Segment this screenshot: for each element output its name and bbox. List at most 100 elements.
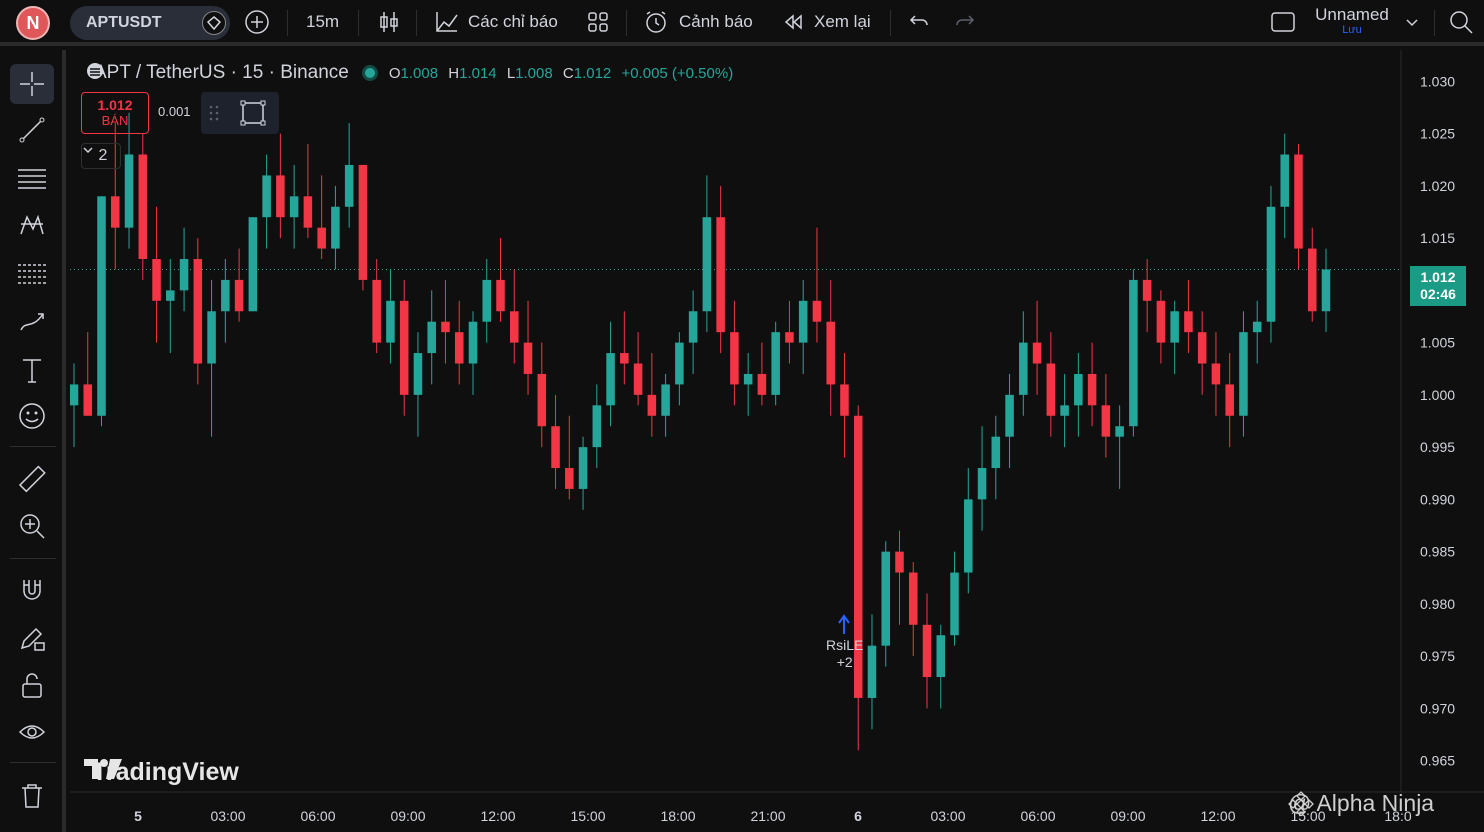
- candle-body: [413, 353, 423, 395]
- time-tick-label: 09:00: [1110, 808, 1145, 824]
- candle-body: [675, 342, 684, 385]
- candle-body: [964, 499, 973, 573]
- layout-name-button[interactable]: Unnamed Lưu: [1312, 6, 1392, 40]
- top-toolbar: N APTUSDT 15m Các chỉ báo Cảnh báo Xem l…: [0, 0, 1484, 46]
- candle-body: [840, 384, 849, 416]
- lock-all-tool[interactable]: [10, 666, 54, 706]
- hide-drawings-tool[interactable]: [10, 712, 54, 752]
- layout-checkbox[interactable]: [1270, 0, 1296, 44]
- toolbar-divider: [626, 10, 627, 36]
- candle-body: [399, 300, 409, 395]
- lock-drawing-tool[interactable]: [10, 618, 54, 658]
- replay-button[interactable]: Xem lại: [782, 0, 871, 44]
- candle-body: [1294, 154, 1303, 249]
- layout-menu-button[interactable]: [1404, 0, 1420, 44]
- alerts-button[interactable]: Cảnh báo: [643, 0, 753, 44]
- time-tick-label: 18:00: [660, 808, 695, 824]
- candle-body: [771, 332, 780, 395]
- legend-title[interactable]: APT / TetherUS · 15 · Binance: [94, 62, 349, 84]
- price-tick-label: 0.985: [1420, 544, 1455, 560]
- candle-body: [551, 426, 560, 469]
- candle-body: [248, 217, 258, 312]
- candle-body: [908, 572, 918, 625]
- price-tick-label: 0.970: [1420, 700, 1455, 716]
- undo-button[interactable]: [907, 0, 931, 44]
- order-quantity[interactable]: 0.001: [158, 104, 191, 119]
- fullscreen-icon[interactable]: [239, 99, 267, 127]
- add-symbol-button[interactable]: [244, 0, 270, 44]
- drag-handle-icon[interactable]: [209, 104, 219, 122]
- price-tick-label: 0.975: [1420, 648, 1455, 664]
- price-chart[interactable]: 1.0301.0251.0201.0151.0101.0051.0000.995…: [70, 50, 1484, 832]
- candle-body: [1087, 373, 1097, 406]
- open-key: O: [388, 64, 401, 82]
- candle-body: [1239, 332, 1248, 416]
- candle-body: [262, 175, 271, 218]
- candle-body: [881, 551, 891, 646]
- brush-tool[interactable]: [10, 302, 54, 342]
- candle-body: [620, 353, 629, 364]
- time-tick-label: 21:00: [750, 808, 785, 824]
- chevron-down-icon: [1406, 19, 1418, 27]
- user-avatar[interactable]: N: [16, 6, 50, 40]
- toolbar-divider: [10, 446, 56, 447]
- measure-tool[interactable]: [10, 460, 54, 500]
- emoji-tool[interactable]: [10, 396, 54, 436]
- pattern-icon: [20, 214, 44, 235]
- chart-type-button[interactable]: [376, 0, 402, 44]
- candle-body: [798, 300, 808, 343]
- price-tick-label: 0.965: [1420, 753, 1455, 769]
- candle-body: [895, 551, 904, 573]
- zoom-tool[interactable]: [10, 506, 54, 546]
- price-tick-label: 1.005: [1420, 335, 1455, 351]
- symbol-logo-icon: [87, 63, 103, 79]
- object-tree-panel: [201, 92, 279, 134]
- brush-icon: [20, 313, 44, 331]
- price-tick-label: 1.030: [1420, 73, 1455, 89]
- templates-button[interactable]: [586, 0, 610, 44]
- trend-line-tool[interactable]: [10, 110, 54, 150]
- horizontal-lines-tool[interactable]: [10, 158, 54, 198]
- price-tick-label: 0.990: [1420, 491, 1455, 507]
- tradingview-logo[interactable]: TradingView: [84, 758, 239, 787]
- sell-button[interactable]: 1.012 BÁN: [81, 92, 149, 134]
- author-watermark: @ Alpha Ninja: [1288, 790, 1434, 817]
- interval-button[interactable]: 15m: [306, 0, 339, 44]
- price-tick-label: 1.000: [1420, 387, 1455, 403]
- chart-pane[interactable]: 1.0301.0251.0201.0151.0101.0051.0000.995…: [70, 50, 1484, 832]
- quick-search-button[interactable]: [1448, 0, 1474, 44]
- candle-body: [743, 373, 753, 385]
- redo-button[interactable]: [953, 0, 977, 44]
- undo-icon: [909, 15, 928, 26]
- candle-body: [276, 175, 285, 218]
- price-tick-label: 1.015: [1420, 230, 1455, 246]
- symbol-search[interactable]: APTUSDT: [70, 6, 230, 40]
- indicators-collapse-button[interactable]: 2: [81, 143, 121, 169]
- fib-tool[interactable]: [10, 254, 54, 294]
- toolbar-divider: [10, 558, 56, 559]
- pencil-lock-icon: [20, 627, 45, 651]
- candle-body: [826, 321, 835, 385]
- text-tool[interactable]: [10, 350, 54, 390]
- app-window: N APTUSDT 15m Các chỉ báo Cảnh báo Xem l…: [0, 0, 1484, 832]
- drawing-toolbar: [0, 50, 66, 832]
- remove-drawings-tool[interactable]: [10, 776, 54, 816]
- candle-body: [427, 321, 436, 354]
- symbol-diamond-icon[interactable]: [202, 11, 226, 35]
- indicators-button[interactable]: Các chỉ báo: [434, 0, 558, 44]
- sell-label: BÁN: [101, 113, 129, 128]
- toolbar-divider: [358, 10, 359, 36]
- candle-body: [303, 196, 313, 228]
- candle-body: [234, 279, 244, 312]
- candle-body: [83, 384, 93, 416]
- time-tick-label: 15:00: [570, 808, 605, 824]
- toolbar-divider: [890, 10, 891, 36]
- chevron-down-icon: [83, 147, 93, 154]
- magnet-tool[interactable]: [10, 570, 54, 610]
- high-key: H: [448, 64, 460, 82]
- pattern-tool[interactable]: [10, 206, 54, 246]
- candle-body: [138, 154, 148, 260]
- crosshair-tool[interactable]: [10, 64, 54, 104]
- current-price-badge: 1.012 02:46: [1410, 266, 1466, 306]
- horizontal-lines-icon: [18, 169, 46, 189]
